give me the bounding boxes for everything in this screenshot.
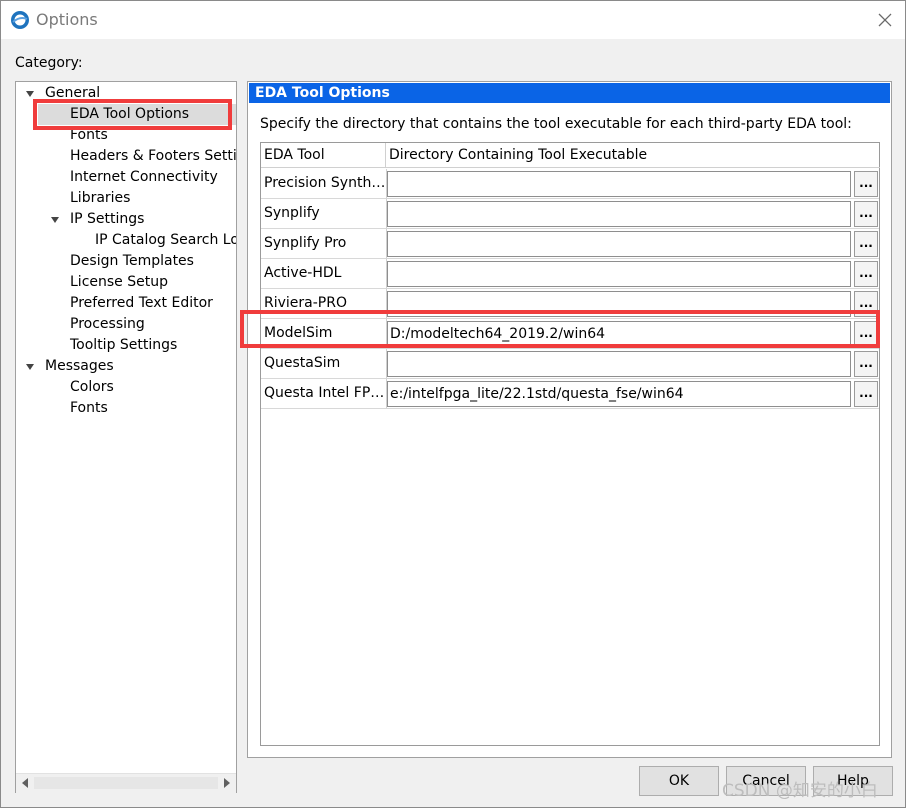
table-row: Precision Synth… ... <box>261 169 879 199</box>
tree-item-ip-settings[interactable]: IP Settings <box>70 209 144 230</box>
close-button[interactable] <box>871 7 899 33</box>
tree-item-message-fonts[interactable]: Fonts <box>70 398 108 419</box>
tree-item-ip-catalog-search[interactable]: IP Catalog Search Locations <box>95 230 236 251</box>
category-label: Category: <box>15 55 83 71</box>
browse-button[interactable]: ... <box>854 231 878 257</box>
tree-item-license-setup[interactable]: License Setup <box>70 272 168 293</box>
tree-item-processing[interactable]: Processing <box>70 314 145 335</box>
tree-item-messages[interactable]: Messages <box>45 356 114 377</box>
tree-horizontal-scrollbar[interactable] <box>16 773 236 793</box>
tool-name: Active-HDL <box>264 265 342 281</box>
column-header-directory[interactable]: Directory Containing Tool Executable <box>386 143 880 168</box>
table-row: Synplify Pro ... <box>261 229 879 259</box>
expand-messages-icon[interactable] <box>26 364 34 370</box>
tool-path-input[interactable]: e:/intelfpga_lite/22.1std/questa_fse/win… <box>387 381 851 407</box>
tool-path-input[interactable] <box>387 171 851 197</box>
column-header-eda-tool[interactable]: EDA Tool <box>261 143 386 168</box>
table-row: Questa Intel FP… e:/intelfpga_lite/22.1s… <box>261 379 879 409</box>
title-bar: Options <box>1 1 905 39</box>
eda-tool-table: EDA Tool Directory Containing Tool Execu… <box>260 142 880 746</box>
annotation-highlight-modelsim-row <box>240 310 880 348</box>
expand-ip-settings-icon[interactable] <box>51 217 59 223</box>
eda-tool-options-panel: EDA Tool Options Specify the directory t… <box>247 81 892 758</box>
tool-name: QuestaSim <box>264 355 341 371</box>
scroll-track[interactable] <box>34 777 218 789</box>
tree-item-preferred-text-editor[interactable]: Preferred Text Editor <box>70 293 213 314</box>
panel-instruction: Specify the directory that contains the … <box>260 116 852 132</box>
tree-item-colors[interactable]: Colors <box>70 377 114 398</box>
annotation-highlight-eda-tool-options <box>33 99 232 130</box>
tree-item-internet-connectivity[interactable]: Internet Connectivity <box>70 167 218 188</box>
scroll-right-icon[interactable] <box>224 778 230 788</box>
table-row: Synplify ... <box>261 199 879 229</box>
ok-button[interactable]: OK <box>639 766 719 796</box>
tree-item-libraries[interactable]: Libraries <box>70 188 130 209</box>
browse-button[interactable]: ... <box>854 261 878 287</box>
close-icon <box>878 13 892 27</box>
tool-name: Synplify <box>264 205 320 221</box>
scroll-left-icon[interactable] <box>22 778 28 788</box>
tool-path-input[interactable] <box>387 261 851 287</box>
tool-path-input[interactable] <box>387 351 851 377</box>
tool-path-input[interactable] <box>387 201 851 227</box>
browse-button[interactable]: ... <box>854 351 878 377</box>
watermark: CSDN @知安的小白 <box>722 781 878 801</box>
window-title: Options <box>36 10 98 29</box>
table-row: Active-HDL ... <box>261 259 879 289</box>
tree-item-design-templates[interactable]: Design Templates <box>70 251 194 272</box>
tool-path-input[interactable] <box>387 231 851 257</box>
panel-header: EDA Tool Options <box>249 83 890 103</box>
app-globe-icon <box>10 10 30 30</box>
category-tree[interactable]: General EDA Tool Options Fonts Headers &… <box>15 81 237 793</box>
tool-name: Precision Synth… <box>264 175 384 191</box>
tree-item-tooltip-settings[interactable]: Tooltip Settings <box>70 335 177 356</box>
browse-button[interactable]: ... <box>854 201 878 227</box>
table-row: QuestaSim ... <box>261 349 879 379</box>
tree-item-headers-footers[interactable]: Headers & Footers Settings <box>70 146 236 167</box>
expand-general-icon[interactable] <box>26 91 34 97</box>
browse-button[interactable]: ... <box>854 381 878 407</box>
tool-name: Synplify Pro <box>264 235 347 251</box>
browse-button[interactable]: ... <box>854 171 878 197</box>
tool-name: Questa Intel FP… <box>264 385 384 401</box>
